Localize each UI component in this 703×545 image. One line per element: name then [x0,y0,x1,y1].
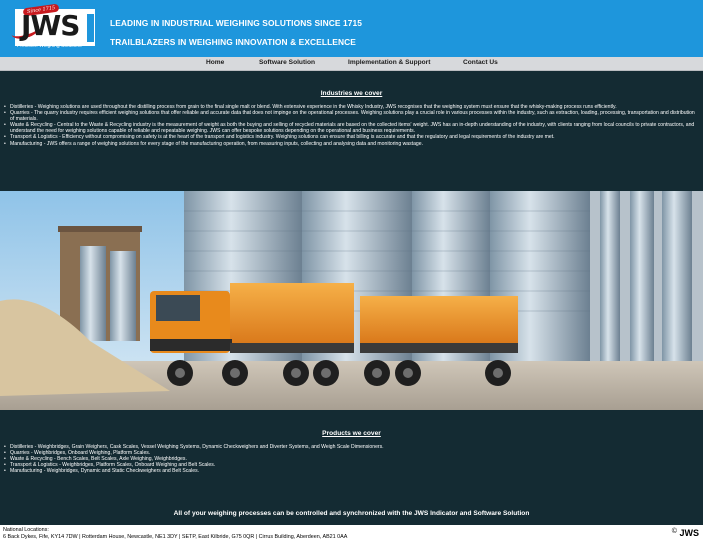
site-footer: National Locations: 6 Back Dykes, Fife, … [0,525,703,545]
footer-locations-label: National Locations: [3,527,49,533]
header-slogan-2: TRAILBLAZERS IN WEIGHING INNOVATION & EX… [110,37,356,47]
nav-contact-us[interactable]: Contact Us [463,59,498,66]
truck-silos-illustration [0,191,703,410]
nav-implementation-support[interactable]: Implementation & Support [348,59,430,66]
logo-tagline: Precision Weighing Solutions [17,43,82,49]
software-tagline: All of your weighing processes can be co… [173,510,530,517]
copyright-brand: JWS [679,528,699,538]
hero-photo [0,191,703,410]
footer-copyright: © JWS [672,528,699,538]
jws-logo[interactable]: Since 1715 JWS Precision Weighing Soluti… [9,3,97,50]
header-slogan-1: LEADING IN INDUSTRIAL WEIGHING SOLUTIONS… [110,18,363,28]
products-title: Products we cover [322,430,381,437]
site-header: Since 1715 JWS Precision Weighing Soluti… [0,0,703,57]
copyright-symbol: © [671,528,677,535]
list-item: Manufacturing - Weighbridges, Dynamic an… [4,468,697,474]
logo-side-stripe [87,14,94,42]
main-nav: Home Software Solution Implementation & … [0,57,703,71]
products-list: Distilleries - Weighbridges, Grain Weigh… [4,444,697,475]
list-item: Manufacturing - JWS offers a range of we… [4,141,697,147]
industries-section: Industries we cover Distilleries - Weigh… [0,71,703,191]
products-section: Products we cover Distilleries - Weighbr… [0,410,703,525]
industries-title: Industries we cover [320,90,383,97]
nav-home[interactable]: Home [206,59,224,66]
list-item: Quarries - The quarry industry requires … [4,110,697,122]
industries-list: Distilleries - Weighing solutions are us… [4,104,697,147]
footer-addresses: 6 Back Dykes, Fife, KY14 7DW | Rotterdam… [3,534,348,540]
logo-brand-text: JWS [21,9,80,42]
list-item: Waste & Recycling - Central to the Waste… [4,122,697,134]
nav-software-solution[interactable]: Software Solution [259,59,315,66]
